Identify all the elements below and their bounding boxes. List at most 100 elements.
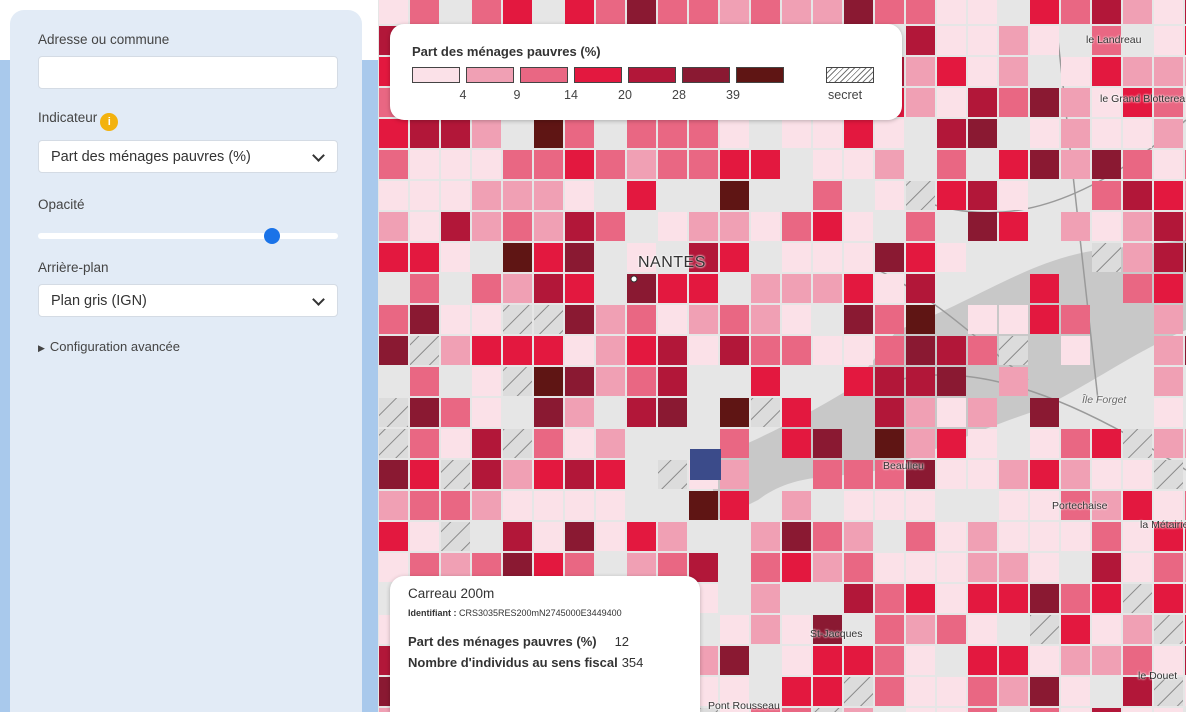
grid-cell[interactable]: [720, 0, 749, 24]
grid-cell[interactable]: [1061, 677, 1090, 706]
grid-cell[interactable]: [627, 336, 656, 365]
grid-cell[interactable]: [999, 367, 1028, 396]
grid-cell[interactable]: [813, 708, 842, 712]
grid-cell[interactable]: [906, 615, 935, 644]
grid-cell[interactable]: [720, 336, 749, 365]
grid-cell[interactable]: [906, 367, 935, 396]
grid-cell[interactable]: [751, 553, 780, 582]
grid-cell[interactable]: [999, 181, 1028, 210]
grid-cell[interactable]: [1030, 119, 1059, 148]
grid-cell[interactable]: [1092, 460, 1121, 489]
opacity-slider-track[interactable]: [38, 233, 338, 239]
grid-cell[interactable]: [410, 367, 439, 396]
grid-cell[interactable]: [844, 150, 873, 179]
grid-cell[interactable]: [534, 491, 563, 520]
grid-cell[interactable]: [968, 119, 997, 148]
grid-cell[interactable]: [1123, 119, 1152, 148]
grid-cell[interactable]: [782, 243, 811, 272]
grid-cell[interactable]: [689, 274, 718, 303]
grid-cell[interactable]: [999, 150, 1028, 179]
grid-cell[interactable]: [658, 150, 687, 179]
grid-cell[interactable]: [472, 181, 501, 210]
grid-cell[interactable]: [379, 398, 408, 427]
grid-cell[interactable]: [1092, 57, 1121, 86]
grid-cell[interactable]: [1030, 460, 1059, 489]
grid-cell[interactable]: [720, 615, 749, 644]
grid-cell[interactable]: [999, 88, 1028, 117]
grid-cell[interactable]: [968, 522, 997, 551]
grid-cell[interactable]: [720, 119, 749, 148]
grid-cell[interactable]: [937, 119, 966, 148]
grid-cell[interactable]: [534, 119, 563, 148]
grid-cell[interactable]: [906, 181, 935, 210]
grid-cell[interactable]: [875, 305, 904, 334]
grid-cell[interactable]: [906, 305, 935, 334]
grid-cell[interactable]: [441, 429, 470, 458]
grid-cell[interactable]: [379, 491, 408, 520]
grid-cell[interactable]: [968, 615, 997, 644]
grid-cell[interactable]: [813, 181, 842, 210]
grid-cell[interactable]: [1154, 429, 1183, 458]
grid-cell[interactable]: [1123, 274, 1152, 303]
grid-cell[interactable]: [751, 522, 780, 551]
grid-cell[interactable]: [1061, 646, 1090, 675]
grid-cell[interactable]: [565, 429, 594, 458]
grid-cell[interactable]: [875, 553, 904, 582]
grid-cell[interactable]: [813, 553, 842, 582]
grid-cell[interactable]: [844, 0, 873, 24]
grid-cell[interactable]: [937, 553, 966, 582]
grid-cell[interactable]: [968, 553, 997, 582]
grid-cell[interactable]: [410, 460, 439, 489]
grid-cell[interactable]: [1030, 429, 1059, 458]
grid-cell[interactable]: [379, 336, 408, 365]
grid-cell[interactable]: [875, 584, 904, 613]
grid-cell[interactable]: [782, 708, 811, 712]
grid-cell[interactable]: [906, 26, 935, 55]
grid-cell[interactable]: [751, 212, 780, 241]
grid-cell[interactable]: [720, 460, 749, 489]
grid-cell[interactable]: [1061, 119, 1090, 148]
address-input[interactable]: [38, 56, 338, 89]
grid-cell[interactable]: [968, 708, 997, 712]
grid-cell[interactable]: [720, 212, 749, 241]
grid-cell[interactable]: [813, 460, 842, 489]
grid-cell[interactable]: [782, 646, 811, 675]
grid-cell[interactable]: [1030, 646, 1059, 675]
grid-cell[interactable]: [937, 150, 966, 179]
grid-cell[interactable]: [999, 57, 1028, 86]
grid-cell[interactable]: [1030, 0, 1059, 24]
grid-cell[interactable]: [1123, 491, 1152, 520]
grid-cell[interactable]: [1092, 646, 1121, 675]
grid-cell[interactable]: [1030, 88, 1059, 117]
grid-cell[interactable]: [1154, 26, 1183, 55]
grid-cell[interactable]: [875, 119, 904, 148]
grid-cell[interactable]: [968, 460, 997, 489]
grid-cell[interactable]: [906, 212, 935, 241]
grid-cell[interactable]: [534, 243, 563, 272]
grid-cell[interactable]: [906, 584, 935, 613]
grid-cell[interactable]: [937, 677, 966, 706]
grid-cell[interactable]: [937, 88, 966, 117]
grid-cell[interactable]: [1092, 212, 1121, 241]
grid-cell[interactable]: [627, 150, 656, 179]
grid-cell[interactable]: [1154, 708, 1183, 712]
grid-cell[interactable]: [751, 150, 780, 179]
grid-cell[interactable]: [689, 491, 718, 520]
opacity-slider-thumb[interactable]: [264, 228, 280, 244]
grid-cell[interactable]: [1123, 150, 1152, 179]
grid-cell[interactable]: [565, 367, 594, 396]
grid-cell[interactable]: [937, 181, 966, 210]
grid-cell[interactable]: [813, 336, 842, 365]
grid-cell[interactable]: [596, 491, 625, 520]
grid-cell[interactable]: [906, 677, 935, 706]
grid-cell[interactable]: [596, 336, 625, 365]
grid-cell[interactable]: [534, 336, 563, 365]
grid-cell[interactable]: [472, 0, 501, 24]
grid-cell[interactable]: [472, 491, 501, 520]
grid-cell[interactable]: [875, 243, 904, 272]
grid-cell[interactable]: [410, 522, 439, 551]
grid-cell[interactable]: [906, 336, 935, 365]
grid-cell[interactable]: [1123, 181, 1152, 210]
grid-cell[interactable]: [937, 429, 966, 458]
grid-cell[interactable]: [1061, 0, 1090, 24]
